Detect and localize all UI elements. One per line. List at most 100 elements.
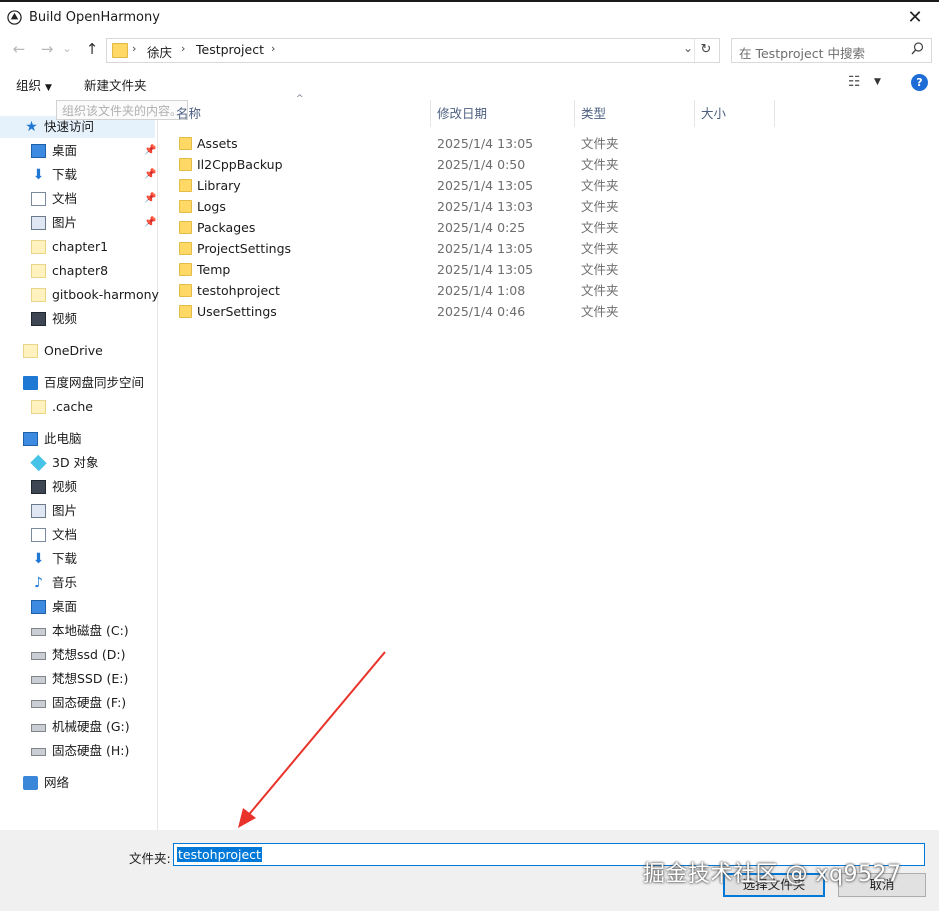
pin-icon[interactable]: 📌 [144, 140, 156, 162]
view-options-icon[interactable]: ☷ [848, 74, 861, 90]
file-row[interactable]: Logs 2025/1/4 13:03 文件夹 [158, 196, 938, 217]
download-icon: ⬇ [32, 551, 45, 567]
folder-icon [31, 288, 46, 302]
file-name: ProjectSettings [197, 241, 292, 256]
sidebar-item-label: 视频 [52, 311, 78, 326]
sidebar-item-baidu-sync[interactable]: 百度网盘同步空间 [23, 372, 155, 394]
address-bar[interactable]: › 徐庆 › Testproject › ⌄ ↻ [106, 38, 720, 63]
up-arrow-icon[interactable]: ↑ [81, 34, 103, 64]
folder-icon [179, 200, 192, 213]
pin-icon[interactable]: 📌 [144, 212, 156, 234]
file-name: Logs [197, 199, 226, 214]
sidebar-item-videos[interactable]: 视频 [31, 308, 155, 330]
file-date: 2025/1/4 13:05 [437, 178, 534, 193]
column-name[interactable]: 名称 [176, 100, 201, 127]
sidebar-item-label: 下载 [52, 167, 78, 182]
sidebar-item-pc-videos[interactable]: 视频 [31, 476, 155, 498]
sidebar-item-pc-documents[interactable]: 文档 [31, 524, 155, 546]
sidebar-item-pc-downloads[interactable]: ⬇ 下载 [31, 548, 155, 570]
sidebar-item-documents[interactable]: 文档 📌 [31, 188, 156, 210]
drive-icon [31, 676, 46, 684]
search-placeholder: 在 Testproject 中搜索 [739, 46, 865, 61]
forward-arrow-icon[interactable]: → [36, 34, 58, 64]
back-arrow-icon[interactable]: ← [8, 34, 30, 64]
sidebar-item-label: 固态硬盘 (H:) [52, 743, 130, 758]
command-bar: 组织 ▼ 新建文件夹 ☷ ▼ ? [0, 68, 939, 98]
sidebar-item-network[interactable]: 网络 [23, 772, 155, 794]
search-input[interactable]: 在 Testproject 中搜索 [731, 38, 932, 63]
folder-icon [179, 242, 192, 255]
file-name: Packages [197, 220, 256, 235]
sidebar-item-chapter8[interactable]: chapter8 [31, 260, 155, 282]
new-folder-button[interactable]: 新建文件夹 [84, 75, 147, 94]
file-row[interactable]: Packages 2025/1/4 0:25 文件夹 [158, 217, 938, 238]
folder-icon [31, 400, 46, 414]
address-dropdown-icon[interactable]: ⌄ [683, 41, 693, 55]
help-icon[interactable]: ? [911, 74, 928, 91]
column-divider[interactable] [694, 100, 695, 127]
sidebar-item-chapter1[interactable]: chapter1 [31, 236, 155, 258]
sidebar-item-pictures[interactable]: 图片 📌 [31, 212, 156, 234]
file-row[interactable]: Il2CppBackup 2025/1/4 0:50 文件夹 [158, 154, 938, 175]
sidebar-item-drive-e[interactable]: 梵想SSD (E:) [31, 668, 155, 690]
file-type: 文件夹 [581, 262, 619, 277]
recent-locations-icon[interactable]: ⌄ [60, 34, 74, 64]
organize-button[interactable]: 组织 ▼ [16, 75, 52, 94]
sidebar-item-music[interactable]: ♪ 音乐 [31, 572, 155, 594]
sidebar-item-label: 梵想SSD (E:) [52, 671, 129, 686]
file-name: Library [197, 178, 241, 193]
file-row[interactable]: UserSettings 2025/1/4 0:46 文件夹 [158, 301, 938, 322]
file-row[interactable]: ProjectSettings 2025/1/4 13:05 文件夹 [158, 238, 938, 259]
file-date: 2025/1/4 13:05 [437, 136, 534, 151]
column-date[interactable]: 修改日期 [437, 100, 487, 127]
column-divider[interactable] [774, 100, 775, 127]
sidebar-item-this-pc[interactable]: 此电脑 [23, 428, 155, 450]
sidebar-item-drive-d[interactable]: 梵想ssd (D:) [31, 644, 155, 666]
chevron-right-icon[interactable]: › [271, 42, 275, 55]
file-row[interactable]: Library 2025/1/4 13:05 文件夹 [158, 175, 938, 196]
file-name: Temp [197, 262, 231, 277]
file-date: 2025/1/4 0:46 [437, 304, 526, 319]
refresh-icon[interactable]: ↻ [694, 39, 717, 62]
video-icon [31, 312, 46, 326]
column-type[interactable]: 类型 [581, 100, 606, 127]
close-icon[interactable]: ✕ [895, 4, 935, 32]
sidebar-item-drive-g[interactable]: 机械硬盘 (G:) [31, 716, 155, 738]
organize-label: 组织 [16, 78, 42, 93]
sidebar-item-label: chapter8 [52, 263, 109, 278]
file-row[interactable]: Temp 2025/1/4 13:05 文件夹 [158, 259, 938, 280]
sidebar-item-desktop[interactable]: 桌面 📌 [31, 140, 156, 162]
network-icon [23, 776, 38, 790]
sidebar-item-cache[interactable]: .cache [31, 396, 155, 418]
file-row[interactable]: testohproject 2025/1/4 1:08 文件夹 [158, 280, 938, 301]
navigation-pane: ★ 快速访问 桌面 📌 ⬇ 下载 📌 文档 📌 图片 📌 chapter1 ch… [0, 100, 159, 830]
sidebar-item-drive-c[interactable]: 本地磁盘 (C:) [31, 620, 155, 642]
column-size[interactable]: 大小 [701, 100, 726, 127]
column-divider[interactable] [430, 100, 431, 127]
column-divider[interactable] [574, 100, 575, 127]
file-row[interactable]: Assets 2025/1/4 13:05 文件夹 [158, 133, 938, 154]
sidebar-item-label: gitbook-harmony [52, 287, 159, 302]
folder-icon [31, 240, 46, 254]
sidebar-item-gitbook-harmony[interactable]: gitbook-harmony [31, 284, 159, 306]
sidebar-item-drive-h[interactable]: 固态硬盘 (H:) [31, 740, 155, 762]
sidebar-item-pc-desktop[interactable]: 桌面 [31, 596, 155, 618]
pin-icon[interactable]: 📌 [144, 164, 156, 186]
folder-icon [31, 264, 46, 278]
sidebar-item-onedrive[interactable]: OneDrive [23, 340, 155, 362]
sidebar-item-label: 图片 [52, 503, 78, 518]
sidebar-item-pc-pictures[interactable]: 图片 [31, 500, 155, 522]
sidebar-item-downloads[interactable]: ⬇ 下载 📌 [31, 164, 157, 186]
baidu-netdisk-icon [23, 376, 38, 390]
file-date: 2025/1/4 13:03 [437, 199, 534, 214]
folder-icon [179, 137, 192, 150]
sidebar-item-drive-f[interactable]: 固态硬盘 (F:) [31, 692, 155, 714]
sidebar-item-3d-objects[interactable]: 3D 对象 [30, 452, 155, 474]
breadcrumb-user[interactable]: 徐庆 [147, 42, 172, 61]
caret-down-icon: ▼ [45, 83, 52, 93]
pin-icon[interactable]: 📌 [144, 188, 156, 210]
file-type: 文件夹 [581, 283, 619, 298]
caret-down-icon[interactable]: ▼ [874, 77, 881, 87]
breadcrumb-testproject[interactable]: Testproject [196, 42, 264, 57]
file-date: 2025/1/4 1:08 [437, 283, 526, 298]
